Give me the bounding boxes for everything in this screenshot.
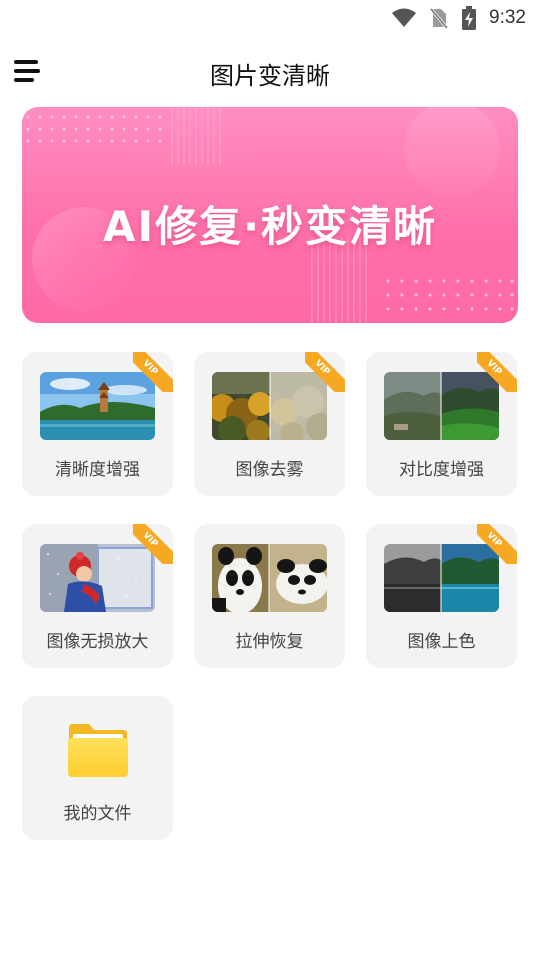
app-bar: 图片变清晰 bbox=[0, 44, 540, 100]
tool-label: 图像去雾 bbox=[235, 460, 304, 480]
tool-label: 图像无损放大 bbox=[46, 632, 149, 652]
folder-icon bbox=[67, 722, 129, 778]
promo-banner[interactable]: AI修复·秒变清晰 bbox=[22, 107, 518, 323]
page-title: 图片变清晰 bbox=[210, 62, 330, 90]
status-bar: 9:32 bbox=[0, 0, 540, 36]
tool-label: 图像上色 bbox=[407, 632, 476, 652]
tool-card-contrast-enhance[interactable]: VIP 对比度增强 bbox=[366, 352, 517, 496]
tool-card-colorize[interactable]: VIP 图像上色 bbox=[366, 524, 517, 668]
tool-card-clarity-enhance[interactable]: VIP 清晰度增强 bbox=[22, 352, 173, 496]
battery-charging-icon bbox=[461, 6, 477, 30]
status-time: 9:32 bbox=[489, 7, 526, 28]
wifi-icon bbox=[391, 8, 417, 28]
vip-badge: VIP bbox=[477, 352, 517, 392]
vip-badge: VIP bbox=[305, 352, 345, 392]
tool-card-stretch-restore[interactable]: 拉伸恢复 bbox=[194, 524, 345, 668]
banner-title: AI修复·秒变清晰 bbox=[102, 202, 438, 251]
vip-badge: VIP bbox=[133, 352, 173, 392]
tool-label: 我的文件 bbox=[63, 804, 132, 824]
tool-label: 清晰度增强 bbox=[55, 460, 140, 480]
tool-card-my-files[interactable]: 我的文件 bbox=[22, 696, 173, 840]
stretch-thumbnail bbox=[212, 544, 327, 612]
tool-card-lossless-upscale[interactable]: VIP 图像无损放大 bbox=[22, 524, 173, 668]
no-sim-icon bbox=[429, 7, 449, 29]
tool-label: 对比度增强 bbox=[399, 460, 484, 480]
vip-badge: VIP bbox=[133, 524, 173, 564]
tool-card-dehaze[interactable]: VIP 图像去雾 bbox=[194, 352, 345, 496]
tool-label: 拉伸恢复 bbox=[235, 632, 304, 652]
vip-badge: VIP bbox=[477, 524, 517, 564]
